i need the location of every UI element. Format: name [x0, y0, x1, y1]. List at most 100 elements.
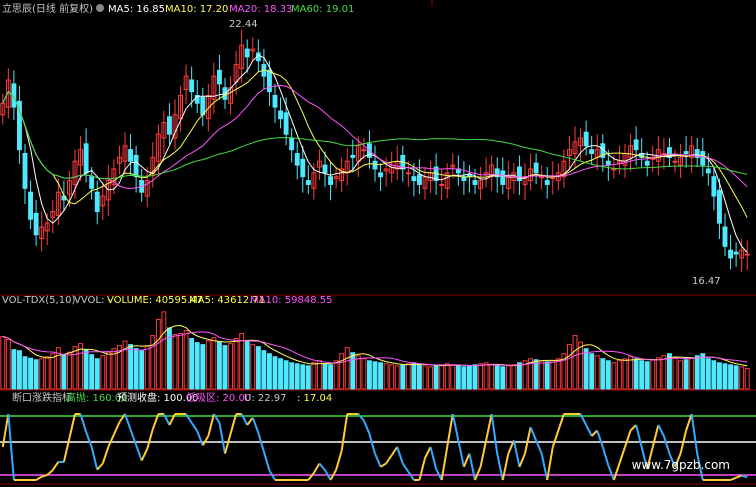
volume-bar	[139, 350, 145, 390]
volume-bar	[144, 345, 150, 390]
oscillator-segment	[618, 446, 626, 464]
oscillator-segment	[85, 431, 93, 448]
candle-body	[283, 112, 289, 135]
volume-bars	[0, 311, 750, 390]
oscillator-segment	[479, 440, 488, 468]
volume-bar	[378, 362, 384, 390]
oscillator-segment	[407, 471, 415, 481]
volume-bar	[683, 359, 689, 390]
volume-bar	[705, 358, 711, 390]
volume-bar	[233, 338, 239, 390]
volume-bar	[400, 364, 406, 390]
oscillator-segment	[418, 457, 426, 481]
volume-bar	[672, 357, 678, 390]
volume-bar	[61, 354, 67, 390]
volume-bar	[700, 353, 706, 390]
oscillator-segment	[201, 435, 210, 446]
volume-bar	[50, 353, 56, 390]
volume-bar	[589, 353, 595, 390]
candle-body	[700, 151, 706, 166]
grid-lines	[0, 0, 756, 485]
volume-bar	[517, 362, 522, 390]
volume-bar	[289, 362, 295, 390]
volume-bar	[83, 349, 89, 390]
volume-bar	[689, 357, 695, 390]
volume-bar	[539, 360, 545, 390]
candle-body	[128, 149, 134, 162]
candle-body	[683, 151, 689, 155]
candle-body	[472, 180, 478, 185]
volume-bar	[205, 340, 211, 390]
indicator-title: 断口涨跌指标	[12, 391, 72, 404]
volume-bar	[461, 366, 467, 390]
candle-body	[544, 180, 550, 185]
volume-bar	[739, 366, 745, 390]
candle-body	[89, 176, 95, 189]
volume-bar	[105, 351, 111, 390]
volume-bar	[261, 350, 267, 390]
candle-body	[711, 176, 717, 197]
candle-body	[167, 116, 172, 135]
volume-bar	[655, 357, 661, 390]
candle-body	[405, 172, 411, 175]
oscillator-segment	[335, 450, 343, 471]
volume-bar	[78, 343, 84, 390]
settings-icon[interactable]	[96, 4, 104, 12]
oscillator-segment	[135, 444, 143, 461]
volume-bar	[211, 337, 217, 390]
candle-body	[267, 69, 272, 93]
volume-bar	[722, 363, 728, 390]
candle-body	[744, 253, 750, 256]
candle-body	[372, 160, 378, 170]
oscillator-segment	[651, 424, 660, 448]
oscillator-segment	[501, 453, 510, 481]
volume-bar	[661, 355, 667, 390]
volume-bar	[100, 355, 106, 390]
candle-body	[289, 137, 295, 151]
volume-bar	[728, 364, 733, 390]
oscillator-segment	[518, 453, 526, 468]
oscillator-segment	[385, 454, 393, 465]
high-price-marker: 22.44	[229, 19, 258, 30]
volume-bar	[311, 362, 317, 390]
volume-bar	[133, 348, 139, 390]
oscillator-segment	[451, 413, 460, 441]
volume-bar	[28, 357, 33, 390]
candle-body	[300, 158, 306, 178]
candle-body	[633, 139, 639, 151]
oscillator-segment	[140, 448, 149, 462]
oscillator-segment	[357, 413, 365, 422]
oscillator-segment	[90, 446, 99, 470]
volume-bar	[472, 364, 478, 390]
volume-bar	[94, 358, 100, 390]
volume-bar	[605, 360, 611, 390]
oscillator-segment	[490, 413, 499, 454]
volume-bar	[455, 365, 461, 390]
watermark: www.7gpzb.com	[631, 458, 730, 472]
volume-bar	[5, 339, 11, 390]
oscillator-segment	[657, 424, 665, 437]
oscillator-segment	[662, 435, 671, 454]
volume-bar	[583, 348, 589, 390]
ma20-label: MA20: 18.33	[229, 4, 292, 15]
volume-bar	[611, 362, 617, 390]
low-price-marker: 16.47	[692, 276, 721, 287]
volume-bar	[305, 365, 311, 390]
volume-bar	[544, 361, 550, 390]
oscillator-segment	[496, 453, 504, 481]
candle-body	[417, 174, 422, 185]
volume-bar	[67, 351, 72, 390]
candle-body	[411, 176, 417, 182]
oscillator-segment	[512, 440, 521, 468]
volume-bar	[339, 353, 345, 390]
candle-body	[605, 160, 611, 166]
candle-body	[672, 160, 678, 163]
volume-bar	[405, 363, 411, 390]
oscillator-segment	[590, 429, 598, 437]
volume-bar	[639, 360, 645, 390]
volume-bar	[228, 343, 234, 390]
volume-bar	[244, 340, 250, 390]
oscillator-segment	[462, 453, 471, 468]
volume-title: VOL-TDX(5,10)	[2, 295, 75, 306]
volume-bar	[367, 360, 372, 390]
